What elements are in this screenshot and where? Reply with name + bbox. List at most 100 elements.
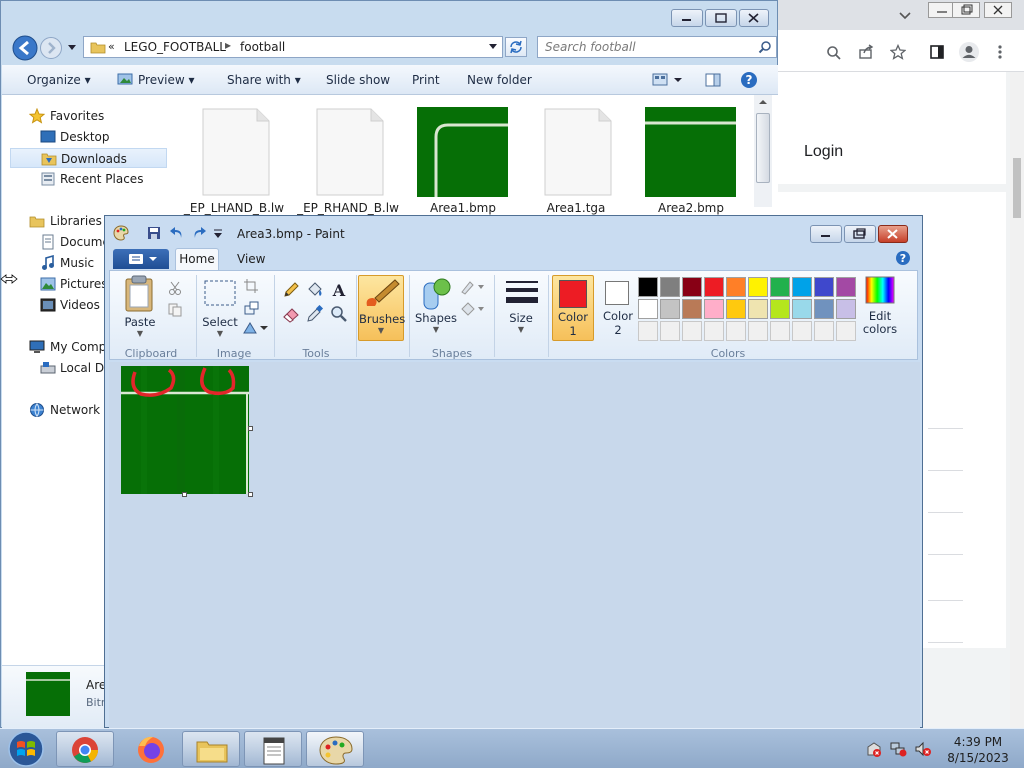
palette-empty-swatch[interactable]	[836, 321, 856, 341]
brushes-button[interactable]: Brushes ▼	[358, 275, 405, 341]
chrome-scrollbar[interactable]	[1010, 72, 1024, 728]
ribbon-help-icon[interactable]: ?	[895, 250, 911, 266]
color1-button[interactable]: Color 1	[552, 275, 594, 341]
palette-swatch[interactable]	[726, 299, 746, 319]
shapes-button[interactable]: Shapes ▼	[414, 275, 458, 341]
print-button[interactable]: Print	[412, 73, 440, 87]
palette-swatch[interactable]	[638, 277, 658, 297]
palette-swatch[interactable]	[836, 299, 856, 319]
palette-empty-swatch[interactable]	[770, 321, 790, 341]
redo-icon[interactable]	[191, 225, 207, 241]
color2-button[interactable]: Color 2	[598, 275, 638, 341]
file-item[interactable]: Area1.bmp	[408, 105, 518, 217]
side-panel-icon[interactable]	[929, 44, 945, 60]
explorer-scrollbar[interactable]	[754, 95, 772, 207]
edit-colors-button[interactable]: Edit colors	[860, 275, 900, 341]
resize-handle-bottom[interactable]	[182, 492, 187, 497]
share-icon[interactable]	[858, 44, 874, 60]
crop-icon[interactable]	[244, 279, 258, 293]
palette-swatch[interactable]	[836, 277, 856, 297]
palette-swatch[interactable]	[770, 277, 790, 297]
tab-home[interactable]: Home	[175, 248, 219, 270]
explorer-minimize-button[interactable]	[671, 9, 703, 27]
fill-icon[interactable]	[460, 301, 486, 317]
file-item[interactable]: _EP_RHAND_B.lw	[293, 105, 403, 217]
resize-handle-corner[interactable]	[248, 492, 253, 497]
palette-empty-swatch[interactable]	[638, 321, 658, 341]
paint-minimize-button[interactable]	[810, 225, 842, 243]
palette-swatch[interactable]	[660, 277, 680, 297]
cut-icon[interactable]	[168, 281, 182, 295]
organize-button[interactable]: Organize ▾	[27, 73, 91, 87]
palette-swatch[interactable]	[770, 299, 790, 319]
palette-empty-swatch[interactable]	[704, 321, 724, 341]
paint-restore-button[interactable]	[844, 225, 876, 243]
palette-swatch[interactable]	[814, 299, 834, 319]
volume-muted-icon[interactable]	[914, 741, 932, 757]
palette-swatch[interactable]	[682, 299, 702, 319]
palette-swatch[interactable]	[748, 277, 768, 297]
color-picker-icon[interactable]	[306, 305, 324, 323]
address-bar[interactable]: « LEGO_FOOTBALL ▸ football	[83, 36, 503, 58]
pencil-icon[interactable]	[282, 281, 300, 299]
recent-pages-dropdown-icon[interactable]	[67, 44, 77, 52]
search-input[interactable]: Search football	[537, 36, 777, 58]
address-dropdown-icon[interactable]	[488, 43, 498, 51]
nav-favorites[interactable]: Favorites	[2, 106, 170, 126]
nav-desktop[interactable]: Desktop	[2, 127, 170, 147]
image-canvas[interactable]	[121, 366, 249, 494]
help-icon[interactable]: ?	[740, 71, 758, 89]
tab-view[interactable]: View	[237, 252, 265, 266]
scroll-up-icon[interactable]	[758, 99, 768, 105]
palette-swatch[interactable]	[704, 299, 724, 319]
fill-bucket-icon[interactable]	[306, 281, 324, 299]
scrollbar-thumb[interactable]	[1013, 158, 1021, 218]
palette-swatch[interactable]	[682, 277, 702, 297]
profile-avatar-icon[interactable]	[958, 41, 980, 63]
quick-access-dropdown-icon[interactable]	[213, 229, 223, 239]
explorer-restore-button[interactable]	[705, 9, 737, 27]
system-clock[interactable]: 4:39 PM 8/15/2023	[940, 734, 1016, 766]
eraser-icon[interactable]	[282, 305, 300, 323]
palette-swatch[interactable]	[792, 277, 812, 297]
nav-downloads[interactable]: Downloads	[10, 148, 167, 168]
chrome-menu-icon[interactable]	[997, 44, 1003, 60]
taskbar-paint-button[interactable]	[306, 731, 364, 767]
palette-empty-swatch[interactable]	[726, 321, 746, 341]
new-folder-button[interactable]: New folder	[467, 73, 532, 87]
preview-pane-icon[interactable]	[705, 73, 721, 87]
back-button[interactable]	[11, 34, 39, 62]
taskbar-editor-button[interactable]	[244, 731, 302, 767]
palette-swatch[interactable]	[704, 277, 724, 297]
slide-show-button[interactable]: Slide show	[326, 73, 390, 87]
bookmark-star-icon[interactable]	[890, 44, 906, 60]
tab-search-icon[interactable]	[898, 8, 912, 22]
file-item[interactable]: _EP_LHAND_B.lw	[179, 105, 289, 217]
search-icon[interactable]	[758, 40, 772, 54]
palette-swatch[interactable]	[660, 299, 680, 319]
breadcrumb-separator-icon[interactable]: ▸	[225, 38, 231, 52]
palette-empty-swatch[interactable]	[814, 321, 834, 341]
taskbar-explorer-button[interactable]	[182, 731, 240, 767]
text-tool-icon[interactable]: A	[330, 281, 348, 299]
canvas-area[interactable]	[109, 362, 920, 728]
breadcrumb-chevron[interactable]: «	[108, 40, 115, 53]
outline-icon[interactable]	[460, 279, 486, 295]
forward-button[interactable]	[39, 36, 63, 60]
magnifier-icon[interactable]	[330, 305, 348, 323]
chrome-restore-button[interactable]	[952, 2, 980, 18]
paste-button[interactable]: Paste ▼	[118, 275, 162, 341]
palette-swatch[interactable]	[792, 299, 812, 319]
breadcrumb-item[interactable]: LEGO_FOOTBALL	[124, 40, 226, 54]
breadcrumb-item[interactable]: football	[240, 40, 285, 54]
resize-icon[interactable]	[244, 301, 260, 315]
paint-close-button[interactable]	[878, 225, 908, 243]
palette-empty-swatch[interactable]	[660, 321, 680, 341]
scrollbar-thumb[interactable]	[756, 113, 770, 183]
palette-swatch[interactable]	[726, 277, 746, 297]
file-item[interactable]: Area1.tga	[521, 105, 631, 217]
paint-menu-button[interactable]	[113, 249, 169, 269]
palette-empty-swatch[interactable]	[748, 321, 768, 341]
paint-app-icon[interactable]	[113, 225, 129, 241]
taskbar-firefox-button[interactable]	[120, 731, 178, 767]
